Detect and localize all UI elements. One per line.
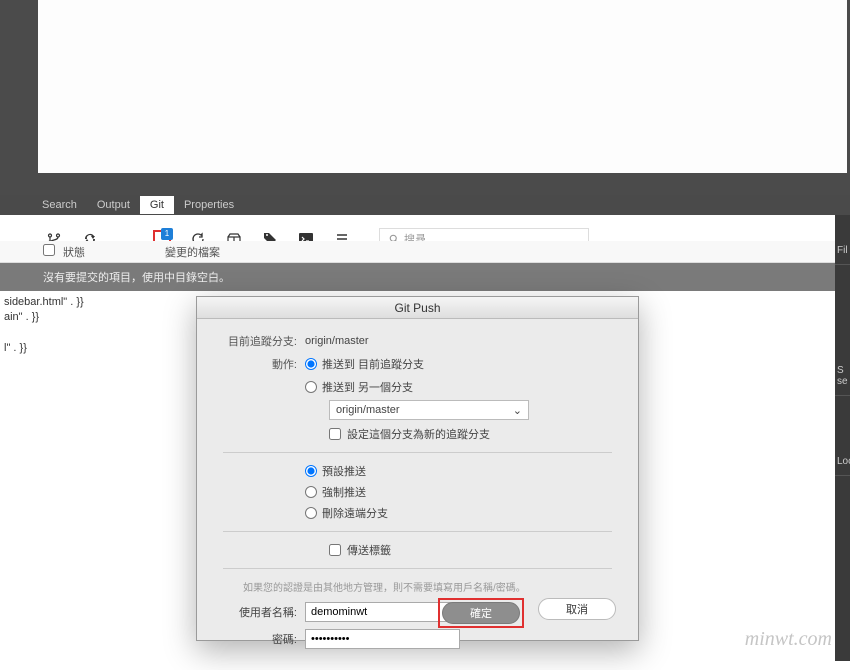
tab-search[interactable]: Search bbox=[32, 196, 87, 214]
tab-output[interactable]: Output bbox=[87, 196, 140, 214]
cancel-button[interactable]: 取消 bbox=[538, 598, 616, 620]
separator bbox=[223, 531, 612, 532]
git-status-message: 沒有要提交的項目，使用中目錄空白。 bbox=[0, 263, 850, 291]
code-snippet: sidebar.html" . }} ain" . }} l" . }} bbox=[0, 291, 190, 661]
ok-highlight: 確定 bbox=[438, 598, 524, 628]
app-frame-top bbox=[0, 0, 850, 195]
username-label: 使用者名稱: bbox=[223, 604, 297, 620]
select-value: origin/master bbox=[336, 404, 400, 416]
git-columns: 狀態 變更的檔案 bbox=[0, 241, 850, 263]
checkbox-label: 設定這個分支為新的追蹤分支 bbox=[347, 426, 490, 442]
panel-label[interactable]: Loc bbox=[835, 396, 850, 476]
select-all-checkbox[interactable] bbox=[43, 244, 55, 256]
radio-push-delete[interactable] bbox=[305, 507, 317, 519]
radio-push-force[interactable] bbox=[305, 486, 317, 498]
dialog-title: Git Push bbox=[197, 297, 638, 319]
tab-properties[interactable]: Properties bbox=[174, 196, 244, 214]
panel-label[interactable]: S bbox=[837, 365, 844, 376]
code-line: ain" . }} bbox=[4, 310, 186, 325]
password-field[interactable] bbox=[305, 629, 460, 649]
panel-tabs: Search Output Git Properties bbox=[0, 195, 850, 215]
credentials-hint: 如果您的認證是由其他地方管理，則不需要填寫用戶名稱/密碼。 bbox=[243, 579, 612, 594]
separator bbox=[223, 568, 612, 569]
separator bbox=[223, 452, 612, 453]
right-sidebar: Fil Sse Loc bbox=[835, 215, 850, 661]
panel-label[interactable]: Fil bbox=[835, 215, 850, 265]
password-label: 密碼: bbox=[223, 631, 297, 647]
set-tracking-checkbox[interactable] bbox=[329, 428, 341, 440]
tracking-label: 目前追蹤分支: bbox=[223, 333, 297, 349]
username-field[interactable] bbox=[305, 602, 460, 622]
ok-button[interactable]: 確定 bbox=[442, 602, 520, 624]
radio-label: 預設推送 bbox=[322, 463, 366, 479]
radio-push-tracking[interactable] bbox=[305, 358, 317, 370]
radio-push-other[interactable] bbox=[305, 381, 317, 393]
watermark: minwt.com bbox=[745, 628, 832, 651]
radio-label: 推送到 另一個分支 bbox=[322, 379, 413, 395]
radio-label: 強制推送 bbox=[322, 484, 366, 500]
git-push-dialog: Git Push 目前追蹤分支: origin/master 動作: 推送到 目… bbox=[196, 296, 639, 641]
send-tags-checkbox[interactable] bbox=[329, 544, 341, 556]
radio-push-default[interactable] bbox=[305, 465, 317, 477]
radio-label: 刪除遠端分支 bbox=[322, 505, 388, 521]
push-badge: 1 bbox=[161, 228, 173, 240]
tracking-value: origin/master bbox=[305, 335, 369, 347]
tab-git[interactable]: Git bbox=[140, 196, 174, 214]
dialog-footer: 確定 取消 bbox=[438, 598, 616, 628]
panel-label: se bbox=[837, 376, 848, 387]
editor-canvas bbox=[38, 0, 847, 173]
col-changed: 變更的檔案 bbox=[165, 244, 220, 260]
code-line: sidebar.html" . }} bbox=[4, 295, 186, 310]
radio-label: 推送到 目前追蹤分支 bbox=[322, 356, 424, 372]
code-line: l" . }} bbox=[4, 341, 186, 356]
checkbox-label: 傳送標籤 bbox=[347, 542, 391, 558]
action-label: 動作: bbox=[223, 356, 297, 372]
chevron-down-icon: ⌄ bbox=[513, 404, 522, 417]
col-status: 狀態 bbox=[63, 247, 85, 259]
branch-select[interactable]: origin/master ⌄ bbox=[329, 400, 529, 420]
